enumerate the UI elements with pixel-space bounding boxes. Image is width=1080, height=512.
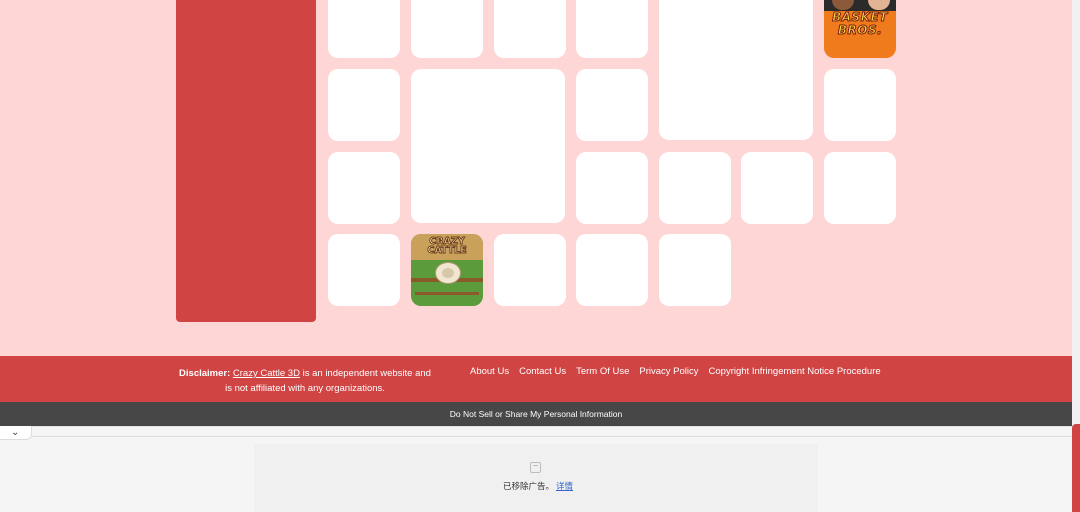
disclaimer-text: Disclaimer: Crazy Cattle 3D is an indepe…: [170, 366, 440, 396]
site-link[interactable]: Crazy Cattle 3D: [233, 368, 300, 379]
ad-removed-notice: 已移除广告。 详情: [503, 480, 573, 492]
game-tile[interactable]: [328, 0, 400, 58]
game-tile[interactable]: [741, 152, 813, 224]
game-tile-crazy-cattle[interactable]: CRAZY CATTLE: [411, 234, 483, 306]
copyright-notice-link[interactable]: Copyright Infringement Notice Procedure: [709, 366, 881, 377]
player-face-image: [868, 0, 890, 10]
game-tile[interactable]: [411, 0, 483, 58]
disclaimer-text-1: is an independent website and: [299, 368, 431, 379]
about-us-link[interactable]: About Us: [470, 366, 509, 377]
contact-us-link[interactable]: Contact Us: [519, 366, 566, 377]
game-tile-basket-bros[interactable]: BASKET BROS.: [824, 0, 896, 58]
disclaimer-label: Disclaimer:: [179, 368, 231, 379]
game-tile-large[interactable]: [659, 0, 813, 140]
game-tile-large[interactable]: [411, 69, 565, 223]
game-tile[interactable]: [824, 69, 896, 141]
game-tile[interactable]: [576, 152, 648, 224]
game-tile[interactable]: [576, 234, 648, 306]
ad-removed-text: 已移除广告。: [503, 482, 555, 492]
sidebar-panel: [176, 0, 316, 322]
game-tile[interactable]: [328, 234, 400, 306]
sheep-head-image: [442, 268, 454, 278]
game-tile[interactable]: [494, 234, 566, 306]
crazy-cattle-logo: CRAZY CATTLE: [427, 236, 467, 256]
disclaimer-text-2: is not affiliated with any organizations…: [225, 383, 385, 394]
game-tile[interactable]: [328, 69, 400, 141]
ad-collapse-toggle[interactable]: ⌄: [0, 426, 32, 440]
term-of-use-link[interactable]: Term Of Use: [576, 366, 629, 377]
player-face-image: [832, 0, 854, 10]
basket-bros-logo: BASKET BROS.: [832, 10, 888, 37]
ad-removed-icon: [530, 462, 541, 473]
footer-links: About Us Contact Us Term Of Use Privacy …: [470, 366, 891, 377]
side-edge-bar: [1072, 424, 1080, 512]
scrollbar[interactable]: [1072, 0, 1080, 426]
privacy-policy-link[interactable]: Privacy Policy: [639, 366, 698, 377]
ad-panel: [254, 444, 818, 512]
game-tile[interactable]: [494, 0, 566, 58]
game-tile[interactable]: [659, 234, 731, 306]
site-footer: Disclaimer: Crazy Cattle 3D is an indepe…: [0, 356, 1072, 402]
game-tile[interactable]: [576, 0, 648, 58]
game-tile[interactable]: [328, 152, 400, 224]
game-tile[interactable]: [576, 69, 648, 141]
game-tile[interactable]: [659, 152, 731, 224]
fence-image: [415, 292, 479, 295]
chevron-down-icon: ⌄: [11, 427, 20, 438]
game-tile[interactable]: [824, 152, 896, 224]
details-link[interactable]: 详情: [556, 482, 573, 492]
privacy-opt-out-link[interactable]: Do Not Sell or Share My Personal Informa…: [0, 402, 1072, 426]
ad-divider: [32, 436, 1072, 437]
